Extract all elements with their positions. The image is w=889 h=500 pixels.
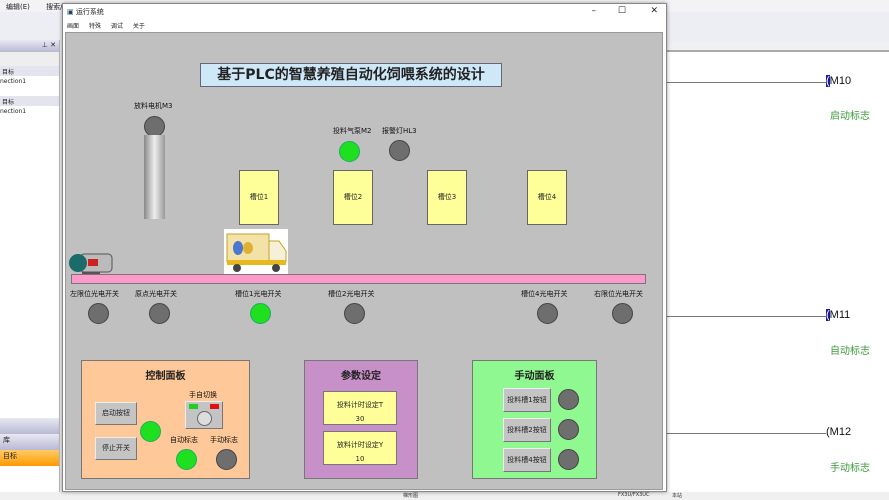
rung-line (666, 82, 826, 83)
control-panel-title: 控制面板 (145, 371, 186, 382)
auto-indicator-icon (210, 404, 219, 409)
sidebar-toolbar (0, 52, 59, 66)
maximize-button[interactable]: ☐ (618, 6, 626, 16)
manual-panel-title: 手动面板 (514, 371, 555, 382)
menu-debug[interactable]: 调试 (111, 23, 123, 30)
sensor-label: 原点光电开关 (135, 290, 177, 298)
slot-2: 槽位2 (333, 170, 373, 225)
coil-m10[interactable]: (M10 (826, 75, 851, 87)
rung-line (666, 316, 826, 317)
sensor-lamp (537, 303, 558, 324)
start-button[interactable]: 启动按钮 (95, 402, 137, 425)
sensor-label: 槽位2光电开关 (328, 290, 375, 298)
silo-icon (144, 135, 165, 219)
feed-time-value[interactable]: 30 (324, 412, 396, 426)
window-title: 运行系统 (75, 8, 104, 16)
sidebar-tab-target[interactable]: 目标 (0, 450, 59, 466)
sidebar-tab[interactable] (0, 418, 59, 434)
menu-special[interactable]: 特殊 (89, 23, 101, 30)
sensor-lamp (88, 303, 109, 324)
sensor-lamp (612, 303, 633, 324)
feed-slot2-button[interactable]: 投料槽2按钮 (503, 418, 551, 442)
sidebar-item-connection[interactable]: nection1 (0, 106, 59, 118)
discharge-time-label: 放料计时设定Y (336, 441, 384, 449)
hmi-title: 基于PLC的智慧养殖自动化饲喂系统的设计 (200, 63, 502, 87)
coil-m12[interactable]: (M12 (826, 426, 851, 438)
slot-3: 槽位3 (427, 170, 467, 225)
mode-switch[interactable] (185, 401, 223, 429)
status-bar: 梯形图 FX3U/FX3UC 本站 (0, 492, 889, 500)
knob-icon (197, 411, 212, 426)
slot-4: 槽位4 (527, 170, 567, 225)
sensor-label: 右限位光电开关 (594, 290, 643, 298)
coil-comment: 自动标志 (830, 346, 870, 357)
sensor-lamp (250, 303, 271, 324)
discharge-time-value[interactable]: 10 (324, 452, 396, 466)
rung-line (666, 433, 826, 434)
coil-m11[interactable]: (M11 (826, 309, 850, 321)
minimize-button[interactable]: – (592, 6, 597, 16)
manual-panel: 手动面板 投料槽1按钮 投料槽2按钮 投料槽4按钮 (472, 360, 597, 479)
status-plc: FX3U/FX3UC (618, 492, 650, 498)
manual-indicator-icon (189, 404, 198, 409)
discharge-time-setting[interactable]: 放料计时设定Y 10 (323, 431, 397, 465)
alarm-l3-label: 报警灯HL3 (382, 127, 417, 135)
sidebar-item-connection[interactable]: nection1 (0, 76, 59, 88)
feed-time-setting[interactable]: 投料计时设定T 30 (323, 391, 397, 425)
slot-1: 槽位1 (239, 170, 279, 225)
sensor-label: 槽位1光电开关 (235, 290, 282, 298)
feed-slot1-lamp (558, 389, 579, 410)
sensor-label: 左限位光电开关 (70, 290, 119, 298)
app-icon: ▣ (67, 8, 74, 16)
param-panel: 参数设定 投料计时设定T 30 放料计时设定Y 10 (304, 360, 418, 479)
close-button[interactable]: ✕ (650, 6, 658, 16)
conveyor-track (71, 274, 646, 284)
menu-about[interactable]: 关于 (133, 23, 145, 30)
feed-truck-icon (224, 229, 288, 274)
coil-comment: 启动标志 (830, 111, 870, 122)
feed-time-label: 投料计时设定T (336, 401, 384, 409)
sensor-lamp (344, 303, 365, 324)
alarm-l3-lamp (389, 140, 410, 161)
runtime-window: ▣ 运行系统 – ☐ ✕ 画面 特殊 调试 关于 基于PLC的智慧养殖自动化饲喂… (62, 3, 667, 492)
motor-m3-label: 放料电机M3 (134, 102, 173, 110)
stop-switch[interactable]: 停止开关 (95, 437, 137, 460)
feed-slot4-lamp (558, 449, 579, 470)
run-lamp (140, 421, 161, 442)
menu-screen[interactable]: 画面 (67, 23, 79, 30)
feed-slot2-lamp (558, 419, 579, 440)
control-panel: 控制面板 启动按钮 停止开关 手自切换 自动标志 手动标志 (81, 360, 250, 479)
param-panel-title: 参数设定 (341, 371, 381, 382)
menu-edit[interactable]: 编辑(E) (6, 3, 30, 11)
auto-flag-label: 自动标志 (170, 436, 198, 444)
ladder-editor: (M10 启动标志 (M11 自动标志 (M12 手动标志 (666, 50, 889, 492)
sidebar-section: 目标 (0, 96, 59, 106)
pump-m2-label: 投料气泵M2 (333, 127, 372, 135)
manual-flag-label: 手动标志 (210, 436, 238, 444)
status-station: 本站 (672, 493, 683, 499)
window-titlebar[interactable]: ▣ 运行系统 – ☐ ✕ (63, 4, 666, 20)
feed-slot4-button[interactable]: 投料槽4按钮 (503, 448, 551, 472)
status-mode: 梯形图 (403, 493, 419, 499)
sidebar-section: 目标 (0, 66, 59, 76)
hmi-canvas: 基于PLC的智慧养殖自动化饲喂系统的设计 放料电机M3 投料气泵M2 报警灯HL… (65, 32, 663, 490)
sensor-label: 槽位4光电开关 (521, 290, 568, 298)
window-menubar: 画面 特殊 调试 关于 (63, 20, 666, 32)
feed-slot1-button[interactable]: 投料槽1按钮 (503, 388, 551, 412)
sensor-lamp (149, 303, 170, 324)
sidebar-tab-library[interactable]: 库 (0, 434, 59, 450)
pump-m2-lamp (339, 141, 360, 162)
sidebar-header: ⊥ ✕ (0, 40, 59, 52)
motor-m3-lamp (144, 116, 165, 137)
auto-flag-lamp (176, 449, 197, 470)
project-sidebar: ⊥ ✕ 目标 nection1 目标 nection1 库 目标 (0, 40, 60, 492)
mode-switch-label: 手自切换 (189, 391, 217, 399)
manual-flag-lamp (216, 449, 237, 470)
coil-comment: 手动标志 (830, 463, 870, 474)
